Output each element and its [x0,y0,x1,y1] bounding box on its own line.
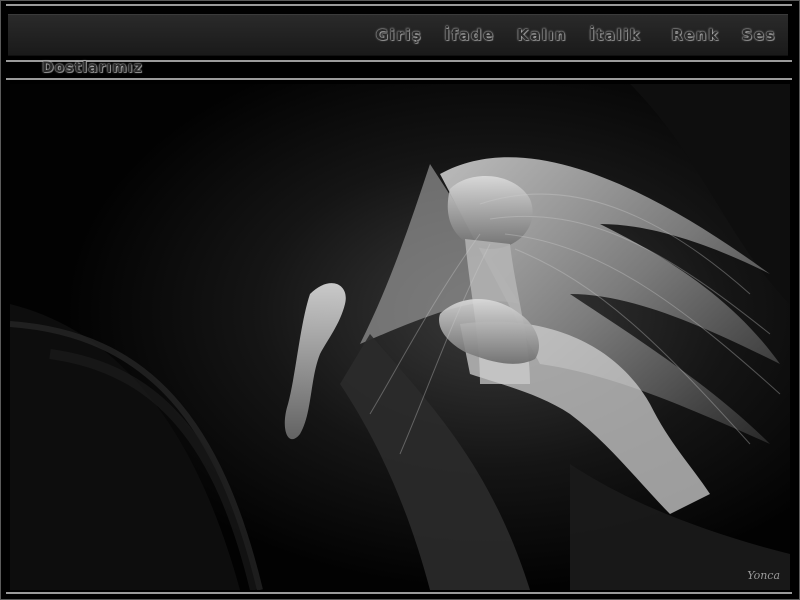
menu: Giriş İfade Kalın İtalik Renk Ses [376,21,776,49]
menu-item-giris[interactable]: Giriş [376,26,422,44]
top-border-line [6,4,792,6]
menu-item-renk[interactable]: Renk [671,26,719,44]
title-bottom-line [6,78,792,80]
menu-bar: Giriş İfade Kalın İtalik Renk Ses [8,14,788,56]
menu-item-ses[interactable]: Ses [742,26,776,44]
photo-woman-flowing-hair: Yonca [10,84,790,590]
signature-yonca: Yonca [747,569,780,582]
bottom-border-line [6,592,792,594]
menu-item-italik[interactable]: İtalik [589,26,641,44]
photo-illustration [10,84,790,590]
menu-item-kalin[interactable]: Kalın [517,26,567,44]
page-title: Dostlarımız [42,60,143,76]
menu-item-ifade[interactable]: İfade [444,26,495,44]
title-bar: Dostlarımız [8,60,788,77]
